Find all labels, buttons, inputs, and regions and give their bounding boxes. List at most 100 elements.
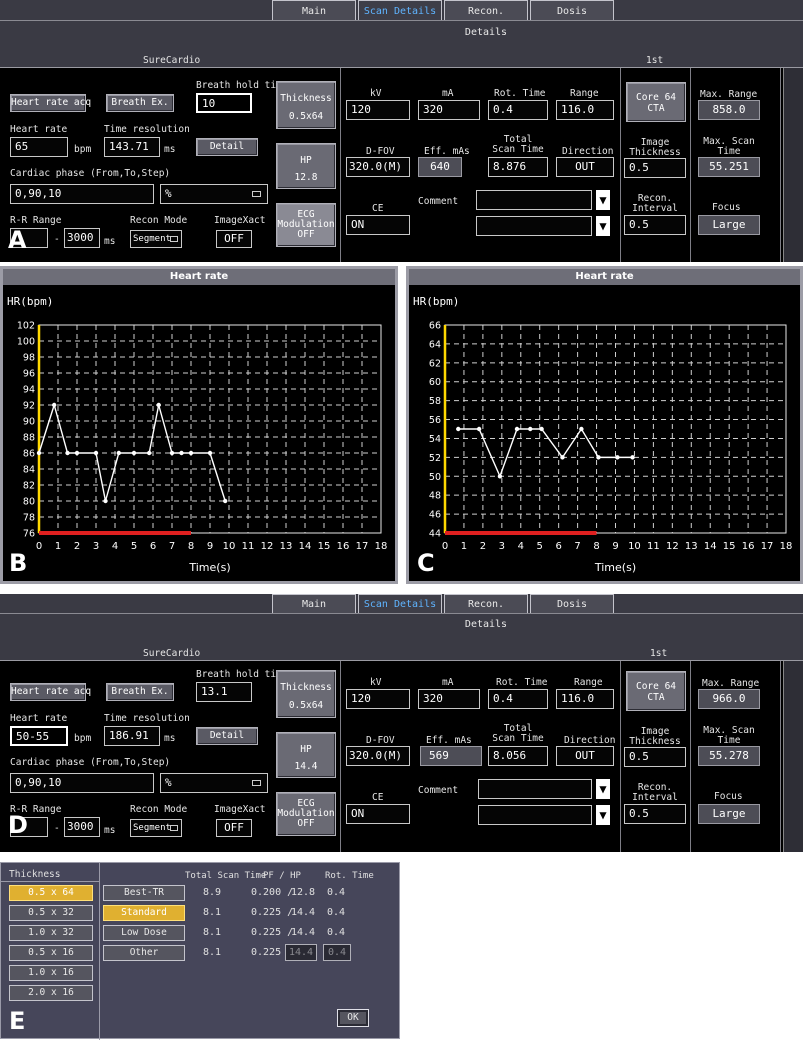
comment-dropdown-icon[interactable]: ▼ (596, 190, 610, 210)
detail-button[interactable]: Detail (196, 727, 258, 745)
tab-dosis[interactable]: Dosis (530, 594, 614, 614)
breath-ex-button[interactable]: Breath Ex. (106, 683, 174, 701)
ma-label: mA (442, 677, 454, 688)
thickness-option-2[interactable]: 1.0 x 32 (9, 925, 93, 941)
hr-data-point (188, 450, 194, 456)
focus-label: Focus (712, 202, 741, 213)
mode-standard[interactable]: Standard (103, 905, 185, 921)
rr-range-to-input[interactable]: 3000 (64, 228, 100, 248)
heart-rate-input[interactable]: 50-55 (10, 726, 68, 746)
thickness-option-0[interactable]: 0.5 x 64 (9, 885, 93, 901)
comment-dropdown-icon[interactable]: ▼ (596, 779, 610, 799)
bpm-unit: bpm (74, 144, 92, 155)
percent-unit: % (165, 776, 172, 789)
ecg-modulation-button[interactable]: ECG Modulation OFF (276, 792, 336, 836)
recon-mode-label: Recon Mode (130, 215, 188, 226)
comment-input-2[interactable] (476, 216, 592, 236)
comment-input-1[interactable] (478, 779, 592, 799)
chart-title: Heart rate (409, 269, 800, 285)
recon-mode-dropdown[interactable]: Segment (130, 819, 182, 837)
tab-scan-details[interactable]: Scan Details (358, 594, 442, 614)
ok-button[interactable]: OK (337, 1009, 369, 1027)
breath-ex-button[interactable]: Breath Ex. (106, 94, 174, 112)
image-thickness-input[interactable]: 0.5 (624, 747, 686, 767)
thickness-button[interactable]: Thickness 0.5x64 (276, 81, 336, 129)
heart-rate-input[interactable]: 65 (10, 137, 68, 157)
range-input[interactable]: 116.0 (556, 100, 614, 120)
scrollbar[interactable] (783, 68, 803, 262)
comment-input-1[interactable] (476, 190, 592, 210)
direction-input[interactable]: OUT (556, 157, 614, 177)
section-title: SureCardio (143, 55, 201, 66)
x-tick-label: 3 (499, 541, 505, 552)
thickness-option-5[interactable]: 2.0 x 16 (9, 985, 93, 1001)
ce-input[interactable]: ON (346, 804, 410, 824)
y-tick-label: 82 (23, 481, 35, 492)
mode-best-tr[interactable]: Best-TR (103, 885, 185, 901)
hp-button[interactable]: HP 14.4 (276, 732, 336, 778)
tab-dosis[interactable]: Dosis (530, 0, 614, 21)
comment-dropdown-icon[interactable]: ▼ (596, 216, 610, 236)
core-cta-button[interactable]: Core 64 CTA (626, 82, 686, 122)
comment-input-2[interactable] (478, 805, 592, 825)
tab-main[interactable]: Main (272, 594, 356, 614)
ecg-modulation-button[interactable]: ECG Modulation OFF (276, 203, 336, 247)
percent-dropdown[interactable]: % (160, 773, 268, 793)
ma-input[interactable]: 320 (418, 689, 480, 709)
imagexact-toggle[interactable]: OFF (216, 819, 252, 837)
scan-time-value: 8.1 (203, 927, 222, 938)
recon-mode-dropdown[interactable]: Segment (130, 230, 182, 248)
focus-value[interactable]: Large (698, 804, 760, 824)
tab-main[interactable]: Main (272, 0, 356, 21)
comment-dropdown-icon[interactable]: ▼ (596, 805, 610, 825)
mode-other[interactable]: Other (103, 945, 185, 961)
recon-interval-input[interactable]: 0.5 (624, 215, 686, 235)
image-thickness-input[interactable]: 0.5 (624, 158, 686, 178)
breath-hold-input[interactable]: 13.1 (196, 682, 252, 702)
range-input[interactable]: 116.0 (556, 689, 614, 709)
detail-button[interactable]: Detail (196, 138, 258, 156)
rr-range-to-input[interactable]: 3000 (64, 817, 100, 837)
cardiac-phase-input[interactable]: 0,90,10 (10, 773, 154, 793)
hp-value: 12.8 (291, 887, 316, 898)
tab-scan-details[interactable]: Scan Details (358, 0, 442, 21)
core-cta-button[interactable]: Core 64 CTA (626, 671, 686, 711)
percent-dropdown[interactable]: % (160, 184, 268, 204)
breath-hold-input[interactable]: 10 (196, 93, 252, 113)
recon-interval-input[interactable]: 0.5 (624, 804, 686, 824)
scan-time-value: 8.1 (203, 907, 222, 918)
scrollbar[interactable] (783, 661, 803, 852)
x-tick-label: 9 (612, 541, 618, 552)
dfov-input[interactable]: 320.0(M) (346, 746, 410, 766)
heart-rate-acq-button[interactable]: Heart rate acq (10, 94, 91, 112)
heart-rate-acq-button[interactable]: Heart rate acq (10, 683, 91, 701)
mode-low-dose[interactable]: Low Dose (103, 925, 185, 941)
dfov-input[interactable]: 320.0(M) (346, 157, 410, 177)
kv-input[interactable]: 120 (346, 100, 410, 120)
ce-input[interactable]: ON (346, 215, 410, 235)
hr-data-point (223, 498, 228, 504)
cardiac-phase-input[interactable]: 0,90,10 (10, 184, 154, 204)
tab-recon-details[interactable]: Recon. Details (444, 594, 528, 630)
hp-input[interactable]: 14.4 (285, 944, 317, 961)
col-rot-time: Rot. Time (325, 871, 374, 881)
thickness-option-4[interactable]: 1.0 x 16 (9, 965, 93, 981)
hr-data-point (131, 450, 137, 456)
focus-value[interactable]: Large (698, 215, 760, 235)
rot-time-input[interactable]: 0.4 (488, 689, 548, 709)
y-tick-label: 96 (23, 369, 35, 380)
thickness-button[interactable]: Thickness 0.5x64 (276, 670, 336, 718)
dropdown-icon (170, 825, 178, 831)
ma-input[interactable]: 320 (418, 100, 480, 120)
thickness-option-1[interactable]: 0.5 x 32 (9, 905, 93, 921)
rot-input[interactable]: 0.4 (323, 944, 351, 961)
hp-button[interactable]: HP 12.8 (276, 143, 336, 189)
kv-input[interactable]: 120 (346, 689, 410, 709)
rot-time-input[interactable]: 0.4 (488, 100, 548, 120)
time-resolution-value: 186.91 (104, 726, 160, 746)
direction-input[interactable]: OUT (556, 746, 614, 766)
tab-recon-details[interactable]: Recon. Details (444, 0, 528, 38)
x-tick-label: 4 (112, 541, 118, 552)
imagexact-toggle[interactable]: OFF (216, 230, 252, 248)
thickness-option-3[interactable]: 0.5 x 16 (9, 945, 93, 961)
